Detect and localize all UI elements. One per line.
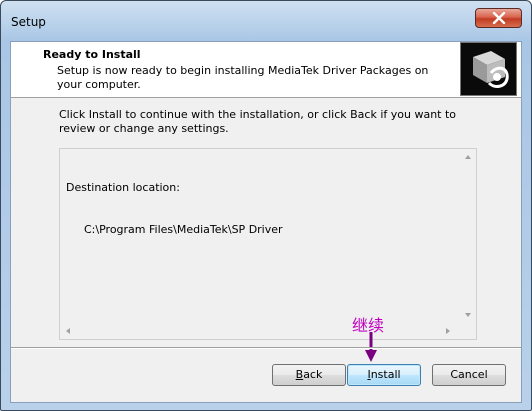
- page-title: Ready to Install: [43, 48, 141, 61]
- ready-memo[interactable]: Destination location: C:\Program Files\M…: [59, 148, 477, 340]
- close-button[interactable]: [475, 8, 522, 28]
- scroll-right-icon[interactable]: [440, 323, 456, 339]
- page-description: Setup is now ready to begin installing M…: [57, 64, 429, 91]
- install-label: nstall: [370, 368, 401, 381]
- horizontal-scrollbar[interactable]: [60, 323, 460, 339]
- memo-content: Destination location: C:\Program Files\M…: [66, 153, 283, 265]
- close-icon: [492, 12, 506, 24]
- cancel-button[interactable]: Cancel: [432, 364, 506, 386]
- wizard-header: Ready to Install Setup is now ready to b…: [11, 42, 521, 98]
- destination-label: Destination location:: [66, 181, 180, 194]
- wizard-client-area: Ready to Install Setup is now ready to b…: [10, 41, 522, 403]
- destination-path: C:\Program Files\MediaTek\SP Driver: [84, 223, 283, 236]
- window-title: Setup: [11, 15, 46, 29]
- scroll-down-icon[interactable]: [460, 307, 476, 323]
- back-label: ack: [303, 368, 323, 381]
- scrollbar-corner: [460, 323, 476, 339]
- vertical-scrollbar[interactable]: [460, 149, 476, 323]
- back-button[interactable]: Back: [272, 364, 346, 386]
- scroll-up-icon[interactable]: [460, 149, 476, 165]
- install-package-icon: [460, 42, 517, 96]
- instructions-text: Click Install to continue with the insta…: [59, 108, 457, 135]
- setup-window: Setup Ready to Install Setup is now read…: [0, 0, 532, 411]
- install-button[interactable]: Install: [347, 364, 421, 386]
- button-separator: [11, 347, 521, 349]
- title-bar[interactable]: Setup: [1, 1, 531, 41]
- scroll-left-icon[interactable]: [60, 323, 76, 339]
